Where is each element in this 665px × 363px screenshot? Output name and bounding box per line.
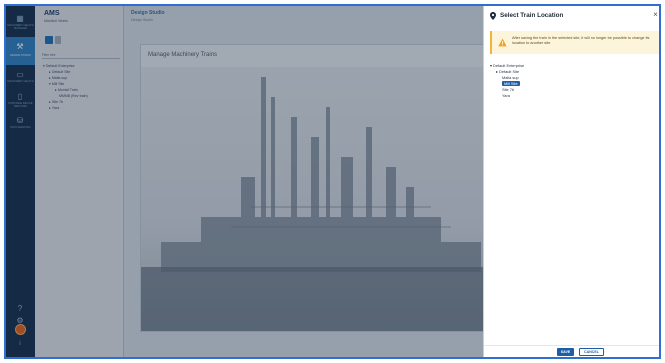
warning-icon <box>498 38 507 47</box>
tree-node-selected[interactable]: Mill Site <box>502 81 520 86</box>
warning-text: After saving the train in the selected s… <box>512 36 650 45</box>
tree-node[interactable]: ▾ Default Enterprise <box>490 63 524 68</box>
close-icon[interactable]: × <box>651 10 659 20</box>
cancel-button[interactable]: CANCEL <box>579 348 604 356</box>
tree-node[interactable]: Site 7b <box>502 87 514 92</box>
tree-node[interactable]: Malla sup <box>502 75 519 80</box>
tree-node[interactable]: ▸ Default Site <box>496 69 519 74</box>
save-button[interactable]: SAVE <box>557 348 574 356</box>
app-window: ▦ MACHINERY HEALTH MANAGER ⚒ DESIGN STUD… <box>4 4 661 359</box>
modal-backdrop[interactable] <box>6 6 485 357</box>
dialog-title: Select Train Location <box>500 12 564 19</box>
location-pin-icon <box>490 12 496 20</box>
select-train-location-dialog: Select Train Location × After saving the… <box>483 6 659 357</box>
warning-banner: After saving the train in the selected s… <box>490 31 659 54</box>
tree-node[interactable]: Yara <box>502 93 510 98</box>
